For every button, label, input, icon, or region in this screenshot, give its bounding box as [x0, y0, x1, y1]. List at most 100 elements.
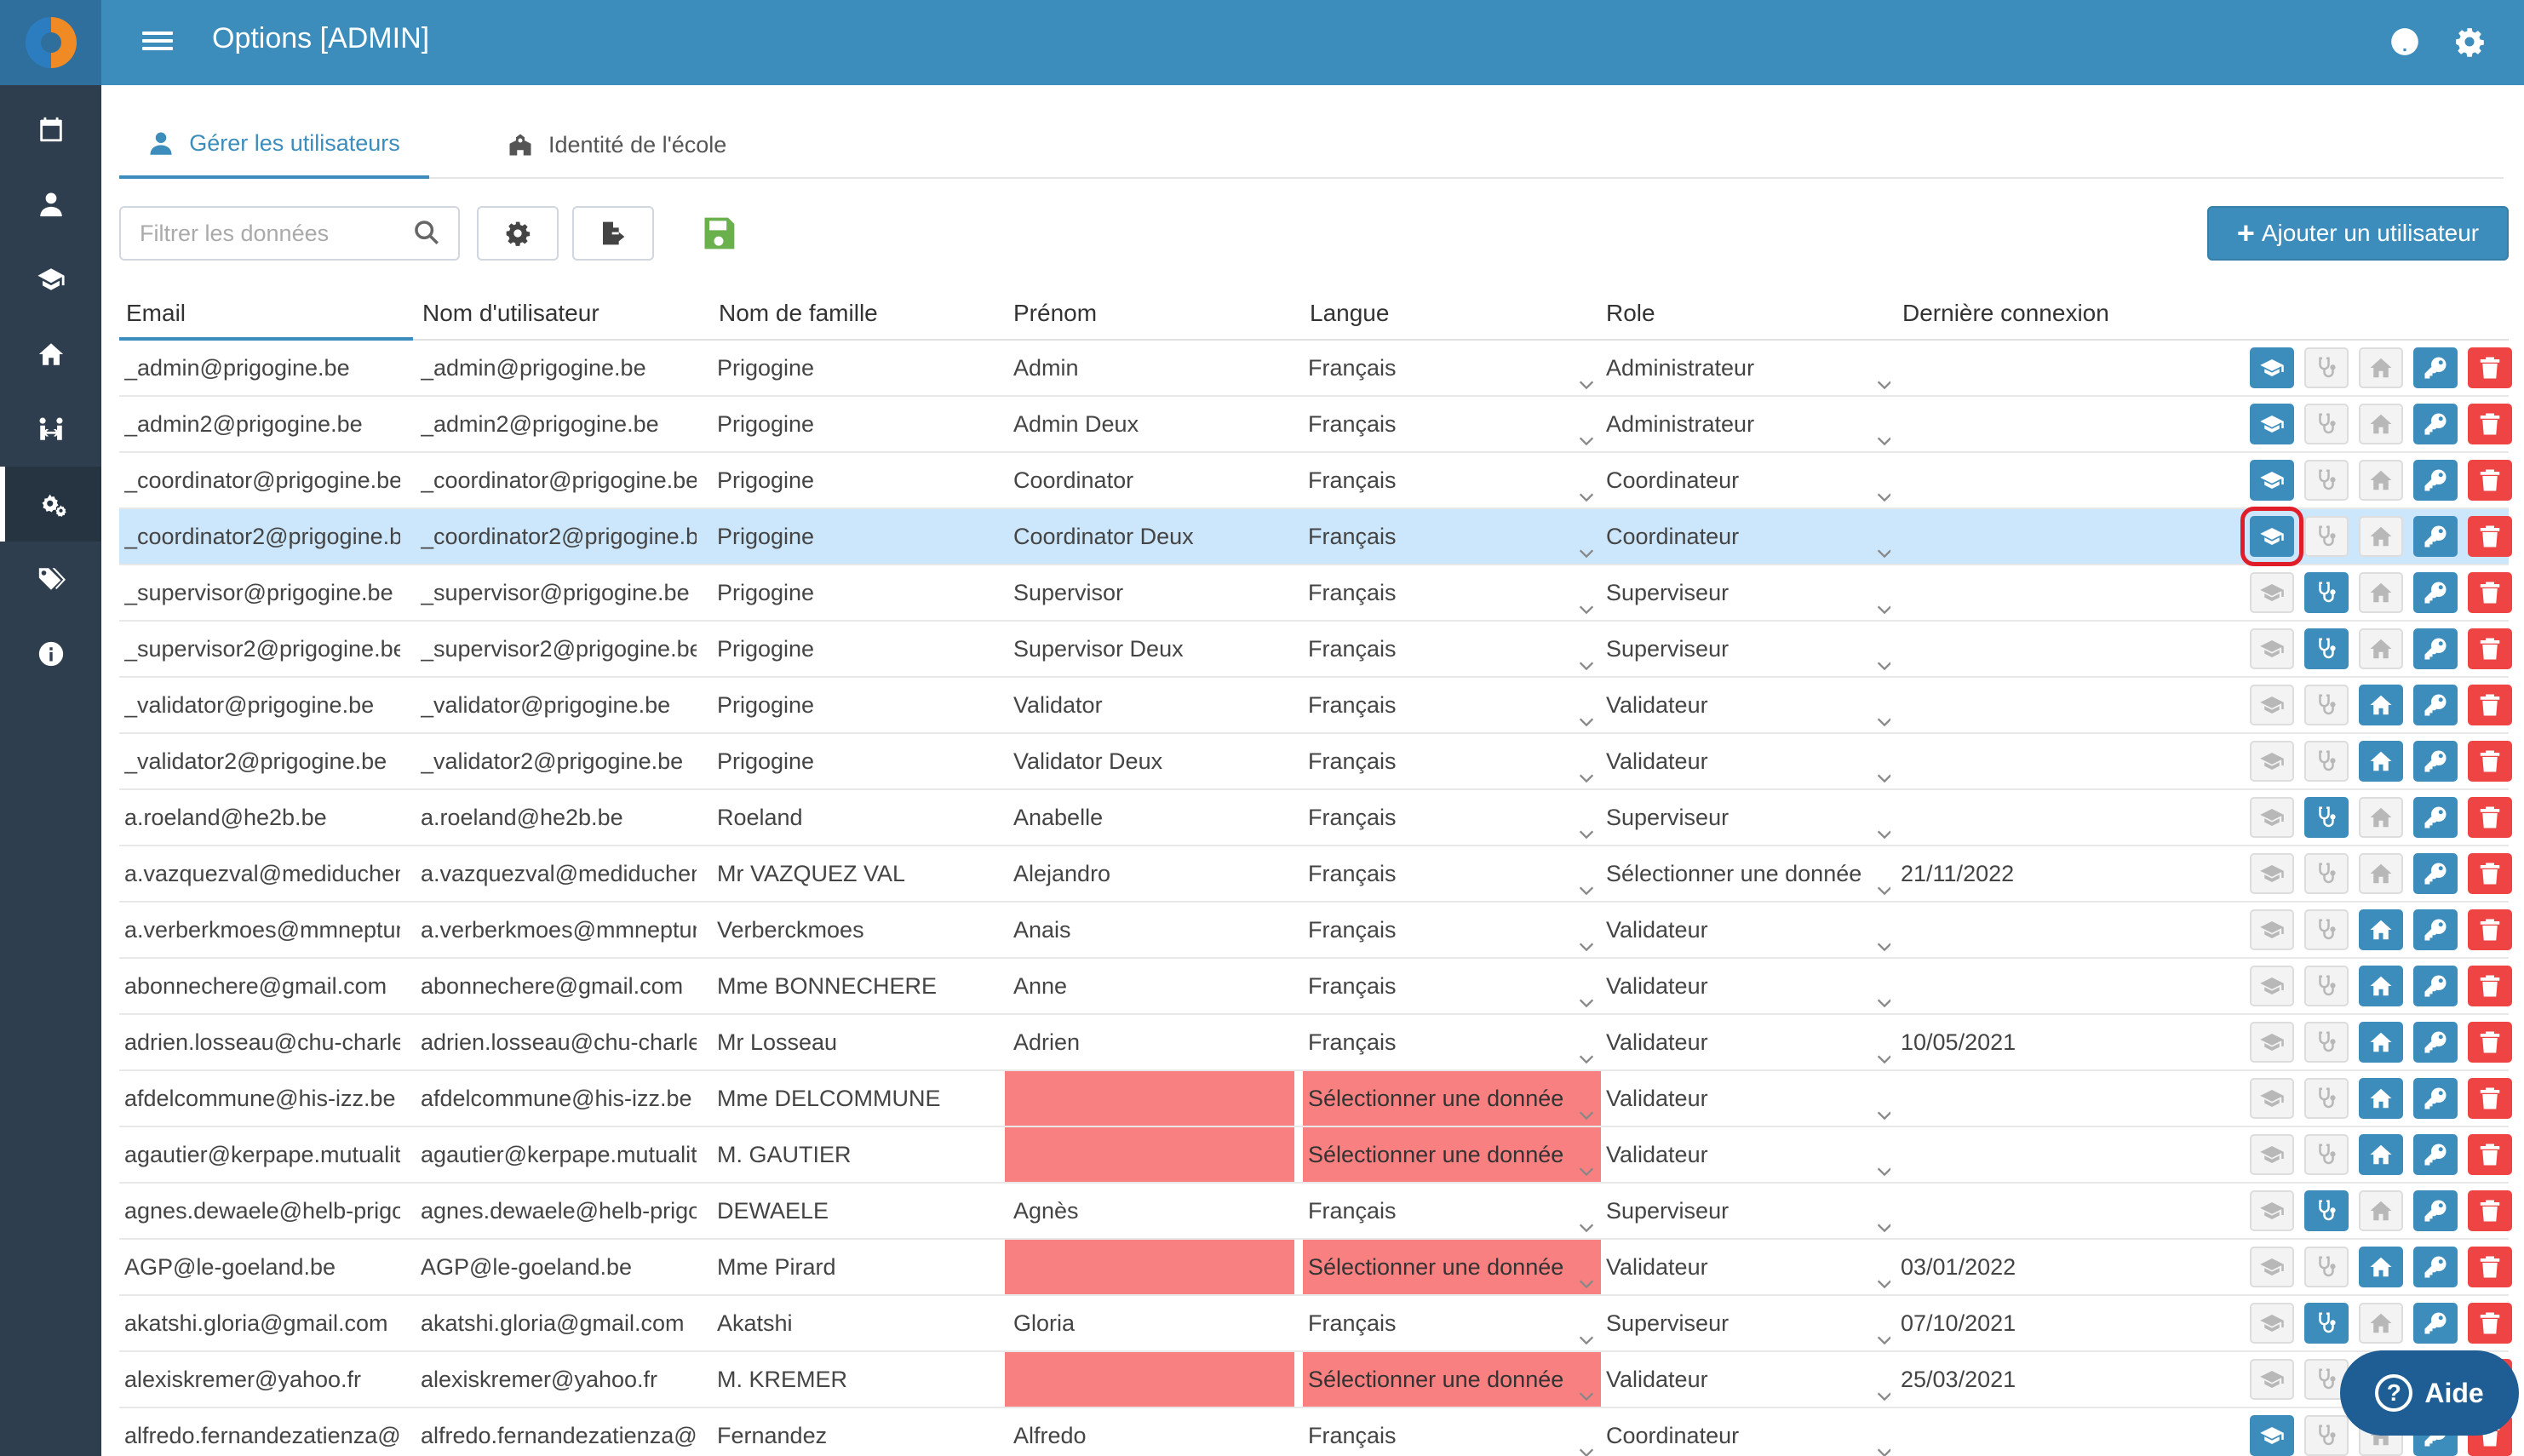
col-header-lastname[interactable]: Nom de famille — [719, 300, 878, 327]
cell-firstname[interactable] — [1005, 1352, 1294, 1407]
table-row[interactable]: _admin2@prigogine.be _admin2@prigogine.be… — [119, 397, 2512, 453]
student-role-button[interactable] — [2250, 1303, 2294, 1344]
validator-role-button[interactable] — [2359, 685, 2403, 725]
cell-firstname[interactable]: Supervisor Deux — [1005, 622, 1294, 676]
supervisor-role-button[interactable] — [2304, 1247, 2349, 1287]
delete-user-button[interactable] — [2468, 741, 2512, 782]
supervisor-role-button[interactable] — [2304, 1022, 2349, 1063]
delete-user-button[interactable] — [2468, 460, 2512, 501]
role-select[interactable]: Superviseur — [1601, 565, 1890, 620]
delete-user-button[interactable] — [2468, 404, 2512, 444]
validator-role-button[interactable] — [2359, 741, 2403, 782]
table-row[interactable]: afdelcommune@his-izz.be afdelcommune@his-… — [119, 1071, 2512, 1127]
supervisor-role-button[interactable] — [2304, 1415, 2349, 1456]
supervisor-role-button[interactable] — [2304, 853, 2349, 894]
student-role-button[interactable] — [2250, 1078, 2294, 1119]
sidebar-item-options[interactable] — [0, 467, 101, 542]
language-select[interactable]: Français — [1303, 341, 1601, 395]
student-role-button[interactable] — [2250, 853, 2294, 894]
cell-firstname[interactable]: Validator — [1005, 678, 1294, 732]
table-row[interactable]: adrien.losseau@chu-charleroi adrien.losse… — [119, 1015, 2512, 1071]
validator-role-button[interactable] — [2359, 628, 2403, 669]
role-select[interactable]: Administrateur — [1601, 397, 1890, 451]
sidebar-item-tags[interactable] — [0, 542, 101, 616]
reset-password-button[interactable] — [2413, 853, 2458, 894]
col-header-email[interactable]: Email — [126, 300, 186, 327]
cell-firstname[interactable]: Coordinator Deux — [1005, 509, 1294, 564]
reset-password-button[interactable] — [2413, 1022, 2458, 1063]
supervisor-role-button[interactable] — [2304, 909, 2349, 950]
student-role-button[interactable] — [2250, 1022, 2294, 1063]
sidebar-item-exchange[interactable] — [0, 392, 101, 467]
supervisor-role-button[interactable] — [2304, 797, 2349, 838]
validator-role-button[interactable] — [2359, 516, 2403, 557]
language-select[interactable]: Français — [1303, 397, 1601, 451]
cell-firstname[interactable] — [1005, 1127, 1294, 1182]
help-circle-icon[interactable] — [2389, 26, 2421, 58]
table-row[interactable]: a.vazquezval@mediduchene a.vazquezval@med… — [119, 846, 2512, 903]
cell-firstname[interactable]: Supervisor — [1005, 565, 1294, 620]
role-select[interactable]: Sélectionner une donnée — [1601, 846, 1890, 901]
supervisor-role-button[interactable] — [2304, 1190, 2349, 1231]
reset-password-button[interactable] — [2413, 460, 2458, 501]
role-select[interactable]: Superviseur — [1601, 1184, 1890, 1238]
table-row[interactable]: agautier@kerpape.mutualite agautier@kerpa… — [119, 1127, 2512, 1184]
language-select[interactable]: Français — [1303, 1015, 1601, 1069]
student-role-button[interactable] — [2250, 1134, 2294, 1175]
student-role-button[interactable] — [2250, 741, 2294, 782]
validator-role-button[interactable] — [2359, 460, 2403, 501]
save-icon[interactable] — [700, 215, 737, 252]
role-select[interactable]: Superviseur — [1601, 790, 1890, 845]
col-header-username[interactable]: Nom d'utilisateur — [422, 300, 599, 327]
delete-user-button[interactable] — [2468, 1247, 2512, 1287]
supervisor-role-button[interactable] — [2304, 1134, 2349, 1175]
validator-role-button[interactable] — [2359, 1022, 2403, 1063]
supervisor-role-button[interactable] — [2304, 516, 2349, 557]
reset-password-button[interactable] — [2413, 966, 2458, 1006]
reset-password-button[interactable] — [2413, 572, 2458, 613]
reset-password-button[interactable] — [2413, 1190, 2458, 1231]
app-logo[interactable] — [0, 0, 101, 85]
student-role-button[interactable] — [2250, 460, 2294, 501]
role-select[interactable]: Superviseur — [1601, 1296, 1890, 1350]
role-select[interactable]: Administrateur — [1601, 341, 1890, 395]
student-role-button[interactable] — [2250, 909, 2294, 950]
cell-firstname[interactable]: Coordinator — [1005, 453, 1294, 507]
reset-password-button[interactable] — [2413, 1247, 2458, 1287]
settings-gear-icon[interactable] — [2453, 26, 2486, 58]
supervisor-role-button[interactable] — [2304, 460, 2349, 501]
cell-firstname[interactable] — [1005, 1071, 1294, 1126]
validator-role-button[interactable] — [2359, 572, 2403, 613]
col-header-firstname[interactable]: Prénom — [1013, 300, 1097, 327]
table-row[interactable]: a.verberkmoes@mmneptune a.verberkmoes@mmn… — [119, 903, 2512, 959]
language-select[interactable]: Français — [1303, 1296, 1601, 1350]
supervisor-role-button[interactable] — [2304, 685, 2349, 725]
table-row[interactable]: AGP@le-goeland.be AGP@le-goeland.be Mme Pi… — [119, 1240, 2512, 1296]
role-select[interactable]: Validateur — [1601, 678, 1890, 732]
delete-user-button[interactable] — [2468, 797, 2512, 838]
language-select[interactable]: Français — [1303, 1184, 1601, 1238]
language-select[interactable]: Français — [1303, 622, 1601, 676]
role-select[interactable]: Validateur — [1601, 734, 1890, 788]
language-select[interactable]: Français — [1303, 790, 1601, 845]
tab-manage-users[interactable]: Gérer les utilisateurs — [119, 111, 429, 179]
reset-password-button[interactable] — [2413, 404, 2458, 444]
supervisor-role-button[interactable] — [2304, 741, 2349, 782]
language-select[interactable]: Français — [1303, 453, 1601, 507]
validator-role-button[interactable] — [2359, 966, 2403, 1006]
col-header-language[interactable]: Langue — [1310, 300, 1389, 327]
col-header-role[interactable]: Role — [1606, 300, 1655, 327]
role-select[interactable]: Validateur — [1601, 1015, 1890, 1069]
table-row[interactable]: a.roeland@he2b.be a.roeland@he2b.be Roelan… — [119, 790, 2512, 846]
sidebar-item-users[interactable] — [0, 167, 101, 242]
language-select[interactable]: Français — [1303, 1408, 1601, 1456]
student-role-button[interactable] — [2250, 1415, 2294, 1456]
cell-firstname[interactable]: Admin — [1005, 341, 1294, 395]
supervisor-role-button[interactable] — [2304, 966, 2349, 1006]
table-row[interactable]: _coordinator@prigogine.be _coordinator@pr… — [119, 453, 2512, 509]
reset-password-button[interactable] — [2413, 516, 2458, 557]
table-row[interactable]: _supervisor2@prigogine.be _supervisor2@pr… — [119, 622, 2512, 678]
student-role-button[interactable] — [2250, 628, 2294, 669]
language-select[interactable]: Français — [1303, 734, 1601, 788]
reset-password-button[interactable] — [2413, 1134, 2458, 1175]
